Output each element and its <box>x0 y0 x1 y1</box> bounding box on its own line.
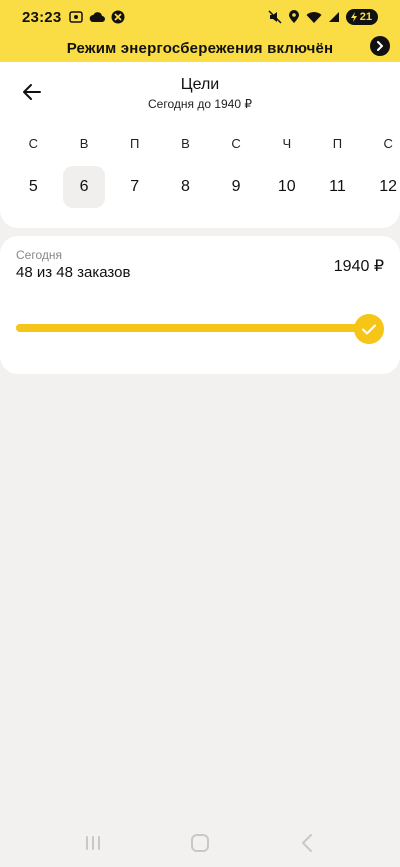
weekday-row: С В П В С Ч П С <box>0 136 400 151</box>
chevron-right-icon[interactable] <box>370 36 390 56</box>
day-item-selected[interactable]: 6 <box>59 166 110 208</box>
weekday-label: С <box>383 136 393 151</box>
day-item[interactable]: 8 <box>160 166 211 208</box>
day-number: 8 <box>180 178 190 195</box>
goal-orders-count: 48 из 48 заказов <box>16 264 131 281</box>
day-item[interactable]: 9 <box>211 166 262 208</box>
goal-amount: 1940 ₽ <box>333 258 384 275</box>
title-block: Цели Сегодня до 1940 ₽ <box>0 76 400 112</box>
signal-icon <box>328 11 340 23</box>
day-item[interactable]: 11 <box>312 166 363 208</box>
weekday-label: Ч <box>282 136 292 151</box>
day-number: 12 <box>379 178 398 195</box>
location-icon <box>288 10 300 24</box>
app-notification-icon <box>111 10 125 24</box>
page-title: Цели <box>180 76 220 93</box>
goal-card[interactable]: Сегодня 48 из 48 заказов 1940 ₽ <box>0 236 400 374</box>
status-bar: 23:23 21 <box>0 0 400 34</box>
cloud-icon <box>89 11 106 23</box>
day-item[interactable]: 5 <box>8 166 59 208</box>
weekday-label: С <box>231 136 241 151</box>
home-icon[interactable] <box>180 828 220 858</box>
system-nav-bar <box>0 818 400 867</box>
power-saving-banner[interactable]: Режим энергосбережения включён <box>0 34 400 62</box>
day-number: 9 <box>231 178 241 195</box>
mute-icon <box>268 10 282 24</box>
page-subtitle: Сегодня до 1940 ₽ <box>148 97 252 111</box>
progress-fill <box>16 324 376 332</box>
battery-icon: 21 <box>345 9 378 25</box>
battery-level: 21 <box>359 11 372 23</box>
day-item[interactable]: 7 <box>109 166 160 208</box>
screen: 23:23 21 Режим энергосбережения включён … <box>0 0 400 867</box>
wifi-icon <box>306 11 322 24</box>
back-icon[interactable] <box>287 828 327 858</box>
day-row: 5 6 7 8 9 10 11 12 <box>0 166 400 208</box>
weekday-label: В <box>79 136 89 151</box>
weekday-label: С <box>28 136 39 151</box>
day-number: 10 <box>277 178 296 195</box>
day-item[interactable]: 10 <box>261 166 312 208</box>
header-card: Цели Сегодня до 1940 ₽ С В П В С Ч П С 5… <box>0 62 400 228</box>
goal-label: Сегодня <box>16 248 62 262</box>
weekday-label: П <box>332 136 343 151</box>
checkmark-icon <box>354 314 384 344</box>
status-time: 23:23 <box>22 8 62 26</box>
day-number: 6 <box>63 166 106 208</box>
weekday-label: В <box>181 136 190 151</box>
day-number: 11 <box>329 178 346 195</box>
day-item[interactable]: 12 <box>363 166 400 208</box>
recent-apps-icon[interactable] <box>73 828 113 858</box>
banner-text: Режим энергосбережения включён <box>66 39 334 57</box>
screenshot-icon <box>69 10 84 24</box>
day-number: 7 <box>130 178 140 195</box>
weekday-label: П <box>130 136 140 151</box>
day-number: 5 <box>28 178 38 195</box>
progress-track <box>16 324 376 332</box>
